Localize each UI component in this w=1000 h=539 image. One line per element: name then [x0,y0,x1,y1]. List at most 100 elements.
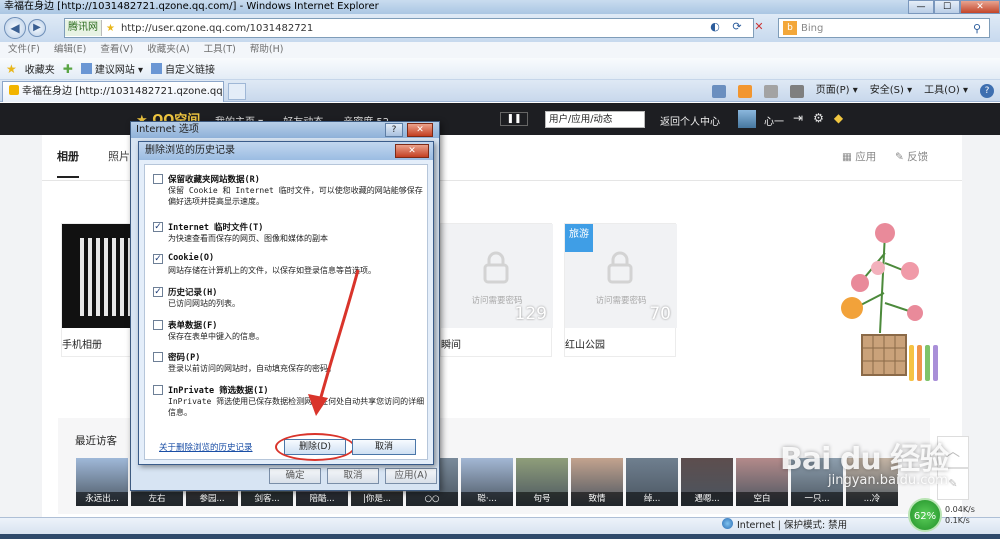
highlight-circle [275,433,355,461]
option-title: Cookie(O) [168,253,215,263]
visitor-item[interactable]: ...冷 [846,458,898,506]
music-pause-button[interactable]: ❚❚ [500,112,528,126]
security-zone-status[interactable]: Internet | 保护模式: 禁用 [722,518,847,534]
visitor-item[interactable]: 聪·... [461,458,513,506]
address-tools: ◐ ⟳ ✕ [706,18,768,36]
visitor-item[interactable]: 一只... [791,458,843,506]
decor-color-bars [909,345,938,381]
album-card[interactable]: 访问需要密码 70 旅游 红山公园 [564,223,677,357]
menu-edit[interactable]: 编辑(E) [54,42,86,58]
avatar[interactable] [738,110,756,128]
orange-bar [917,345,922,381]
maximize-button[interactable]: ☐ [934,0,960,14]
menu-help[interactable]: 帮助(H) [250,42,284,58]
home-icon[interactable] [711,84,726,98]
option-title: InPrivate 筛选数据(I) [168,386,269,396]
option-desc: InPrivate 筛选使用已保存数据检测网站在何处自动共享您访问的详细信息。 [168,397,425,417]
status-bar: Internet | 保护模式: 禁用 62% 0.04K/s 0.1K/s [0,498,1000,534]
preserve-favorites-checkbox[interactable] [153,174,163,184]
feedback-link[interactable]: ✎ 反馈 [895,149,928,164]
visitor-name: 遇嗯... [681,492,733,506]
purple-bar [933,345,938,381]
ok-button[interactable]: 确定 [269,468,321,484]
internet-options-close-button[interactable]: ✕ [407,123,433,137]
page-menu[interactable]: 页面(P) ▾ [816,83,858,99]
side-feedback-button[interactable]: ✎ [937,468,969,500]
user-name[interactable]: 心一 [764,113,784,128]
search-box[interactable]: b Bing ⚲ [778,18,990,38]
custom-link[interactable]: 自定义链接 [151,61,215,76]
print-icon[interactable] [789,84,804,98]
favorites-button[interactable]: 收藏夹 [25,61,55,76]
feeds-icon[interactable] [737,84,752,98]
inprivate-checkbox[interactable] [153,385,163,395]
suggested-sites-link[interactable]: 建议网站 ▾ [80,61,143,76]
address-row: ◀ ▶ 腾讯网 ★ http://user.qzone.qq.com/10314… [0,14,1000,42]
address-bar[interactable]: 腾讯网 ★ http://user.qzone.qq.com/103148272… [64,18,754,38]
search-icon[interactable]: ⚲ [973,22,989,35]
apply-button[interactable]: 应用(A) [385,468,437,484]
browser-tab[interactable]: 幸福在身边 [http://1031482721.qzone.qq.com... [2,81,224,102]
menu-tools[interactable]: 工具(T) [204,42,236,58]
visitor-item[interactable]: 空白 [736,458,788,506]
search-input[interactable]: Bing [801,23,973,34]
scroll-top-button[interactable]: ︿ [937,436,969,468]
favorites-star-icon[interactable]: ★ [6,62,17,76]
vip-diamond-icon[interactable]: ◆ [834,111,843,125]
menu-favorites[interactable]: 收藏夹(A) [147,42,189,58]
favorites-bar: ★ 收藏夹 ✚ 建议网站 ▾ 自定义链接 [0,58,1000,80]
visitor-name: ...冷 [846,492,898,506]
delete-history-close-button[interactable]: ✕ [395,144,429,158]
inet-cancel-button[interactable]: 取消 [327,468,379,484]
settings-gear-icon[interactable]: ⚙ [813,111,824,125]
forward-arrow-icon[interactable]: ▶ [28,19,46,37]
close-button[interactable]: ✕ [960,0,1000,14]
apps-link[interactable]: ▦ 应用 [842,149,876,164]
temp-files-checkbox[interactable]: ✓ [153,222,163,232]
menu-file[interactable]: 文件(F) [8,42,40,58]
new-tab-button[interactable] [228,83,246,100]
delete-history-title: 删除浏览的历史记录 [139,142,433,160]
custom-link-label: 自定义链接 [165,65,216,76]
history-checkbox[interactable]: ✓ [153,287,163,297]
visitor-name: 致情 [571,492,623,506]
cookies-checkbox[interactable]: ✓ [153,254,163,264]
option-title: 密码(P) [168,353,201,363]
visitor-item[interactable]: 遇嗯... [681,458,733,506]
globe-icon [722,518,733,529]
stop-icon[interactable]: ✕ [750,18,768,36]
tab-title: 幸福在身边 [http://1031482721.qzone.qq.com... [22,86,223,97]
feedback-label: 反馈 [907,151,929,163]
mail-icon[interactable] [763,84,778,98]
minimize-button[interactable]: — [908,0,934,14]
tab-album[interactable]: 相册 [57,148,79,178]
visitor-item[interactable]: 句号 [516,458,568,506]
taskbar [0,534,1000,539]
form-data-checkbox[interactable] [153,320,163,330]
help-icon[interactable]: ? [980,84,994,98]
about-delete-history-link[interactable]: 关于删除浏览的历史记录 [159,441,253,453]
logout-icon[interactable]: ⇥ [793,111,803,125]
passwords-checkbox[interactable] [153,352,163,362]
tools-menu[interactable]: 工具(O) ▾ [924,83,968,99]
tab-photo[interactable]: 照片 [108,148,130,164]
visitor-item[interactable]: 致情 [571,458,623,506]
cancel-button[interactable]: 取消 [352,439,416,455]
back-arrow-icon[interactable]: ◀ [4,17,26,39]
lock-icon [483,251,509,284]
add-favorite-icon[interactable]: ✚ [63,62,73,76]
compat-view-icon[interactable]: ◐ [706,18,724,36]
refresh-icon[interactable]: ⟳ [728,18,746,36]
command-bar: 页面(P) ▾ 安全(S) ▾ 工具(O) ▾ ? [711,83,994,99]
qzone-search-input[interactable]: 用户/应用/动态 [545,111,645,128]
back-to-center-link[interactable]: 返回个人中心 [660,113,720,128]
help-button[interactable]: ? [385,123,403,137]
visitor-item[interactable]: 绰... [626,458,678,506]
network-meter[interactable]: 62% [908,498,942,532]
safety-menu[interactable]: 安全(S) ▾ [870,83,912,99]
visitor-item[interactable]: 永远出... [76,458,128,506]
address-url[interactable]: http://user.qzone.qq.com/1031482721 [115,23,313,34]
menu-view[interactable]: 查看(V) [100,42,133,58]
visitor-name: 一只... [791,492,843,506]
album-card[interactable]: 访问需要密码 129 瞬间 [440,223,553,357]
